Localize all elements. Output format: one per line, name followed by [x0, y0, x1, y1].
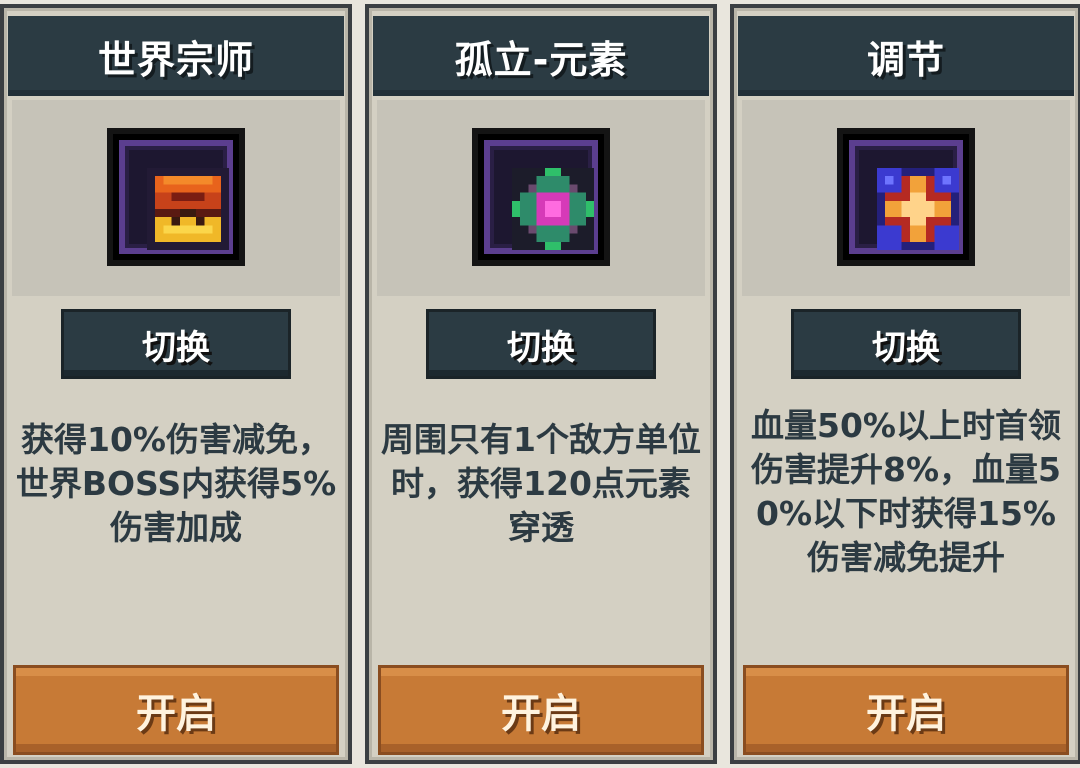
- card-description: 获得10%伤害减免，世界BOSS内获得5%伤害加成: [15, 420, 337, 547]
- card-title: 调节: [866, 37, 945, 82]
- world-master-icon: [107, 128, 245, 266]
- open-button-label: 开启: [136, 691, 216, 737]
- open-button-label: 开启: [866, 691, 946, 737]
- isolation-element-icon: [472, 128, 610, 266]
- open-button-label: 开启: [501, 691, 581, 737]
- talent-selection-screen: 世界宗师 切换 获得10%伤害减免，世界BOSS内获得5%伤害加成 开启 孤立-…: [0, 0, 1080, 768]
- switch-button[interactable]: 切换: [794, 312, 1018, 376]
- card-title-bar: 世界宗师: [8, 16, 344, 96]
- switch-button-label: 切换: [142, 327, 210, 368]
- switch-button-label: 切换: [507, 327, 575, 368]
- icon-panel: [12, 100, 340, 296]
- adjustment-icon: [837, 128, 975, 266]
- switch-button[interactable]: 切换: [64, 312, 288, 376]
- icon-panel: [742, 100, 1070, 296]
- switch-button[interactable]: 切换: [429, 312, 653, 376]
- card-title: 世界宗师: [97, 37, 254, 82]
- card-description: 周围只有1个敌方单位时，获得120点元素穿透: [381, 420, 701, 547]
- talent-card-isolation-element: 孤立-元素 切换 周围只有1个敌方单位时，获得120点元素穿透 开启: [365, 4, 717, 764]
- card-description: 血量50%以上时首领伤害提升8%，血量50%以下时获得15%伤害减免提升: [751, 406, 1061, 577]
- talent-card-world-master: 世界宗师 切换 获得10%伤害减免，世界BOSS内获得5%伤害加成 开启: [0, 4, 352, 764]
- switch-button-label: 切换: [872, 327, 940, 368]
- talent-card-adjustment: 调节 切换 血量50%以上时首领伤害提升8%，血量50%以下时获得15%伤害减免…: [730, 4, 1080, 764]
- card-title: 孤立-元素: [454, 37, 628, 82]
- card-title-bar: 调节: [738, 16, 1074, 96]
- open-button[interactable]: 开启: [381, 668, 701, 752]
- card-title-bar: 孤立-元素: [373, 16, 709, 96]
- open-button[interactable]: 开启: [16, 668, 336, 752]
- icon-panel: [377, 100, 705, 296]
- open-button[interactable]: 开启: [746, 668, 1066, 752]
